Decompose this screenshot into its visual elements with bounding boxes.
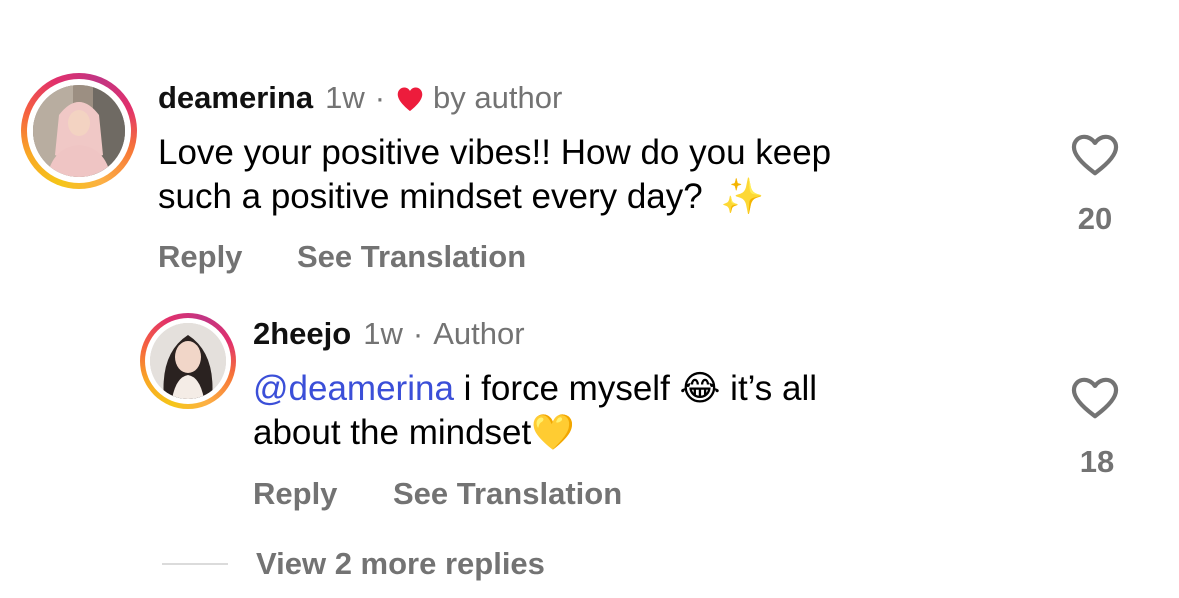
comment-header: 2heejo 1w · Author	[253, 316, 525, 352]
reply-button[interactable]: Reply	[158, 239, 242, 275]
timestamp: 1w	[325, 80, 365, 115]
comment-text-segment: it’s all	[720, 369, 818, 408]
comment-text-line: about the mindset💛	[253, 411, 1033, 455]
timestamp: 1w	[363, 316, 403, 351]
see-translation-button[interactable]: See Translation	[393, 476, 622, 512]
mention-link[interactable]: @deamerina	[253, 369, 454, 408]
liked-by-author-heart-icon	[395, 85, 425, 112]
comment-text: Love your positive vibes!! How do you ke…	[158, 131, 1008, 219]
comment-text-segment: i force myself	[453, 369, 680, 408]
comment-text: @deamerina i force myself 😂 it’s all abo…	[253, 367, 1033, 455]
reply-button[interactable]: Reply	[253, 476, 337, 512]
yellow-heart-emoji: 💛	[531, 413, 575, 452]
comment-text-segment: about the mindset	[253, 413, 532, 452]
comment-text-line: such a positive mindset every day? ✨	[158, 175, 1008, 219]
like-heart-icon[interactable]	[1070, 376, 1120, 420]
avatar[interactable]	[150, 323, 226, 399]
like-count: 20	[1077, 201, 1113, 236]
comment-text-line: Love your positive vibes!! How do you ke…	[158, 133, 832, 172]
avatar-image	[150, 323, 226, 399]
avatar-image	[33, 85, 125, 177]
separator: ·	[374, 80, 386, 115]
separator: ·	[412, 316, 424, 351]
see-translation-button[interactable]: See Translation	[297, 239, 526, 275]
comment-text-segment: such a positive mindset every day?	[158, 177, 703, 216]
author-badge: Author	[433, 316, 525, 351]
avatar[interactable]	[33, 85, 125, 177]
sparkles-emoji: ✨	[720, 177, 765, 216]
like-count: 18	[1079, 444, 1115, 479]
view-more-replies-button[interactable]: View 2 more replies	[256, 546, 545, 582]
like-heart-icon[interactable]	[1070, 133, 1120, 177]
liked-by-author-label: by author	[433, 80, 563, 115]
comment-text-line: @deamerina i force myself 😂 it’s all	[253, 367, 1033, 411]
laughing-emoji: 😂	[679, 369, 721, 408]
comment-header: deamerina 1w · by author	[158, 80, 562, 116]
username[interactable]: 2heejo	[253, 316, 351, 352]
username[interactable]: deamerina	[158, 80, 313, 116]
view-more-replies-divider	[162, 563, 228, 565]
